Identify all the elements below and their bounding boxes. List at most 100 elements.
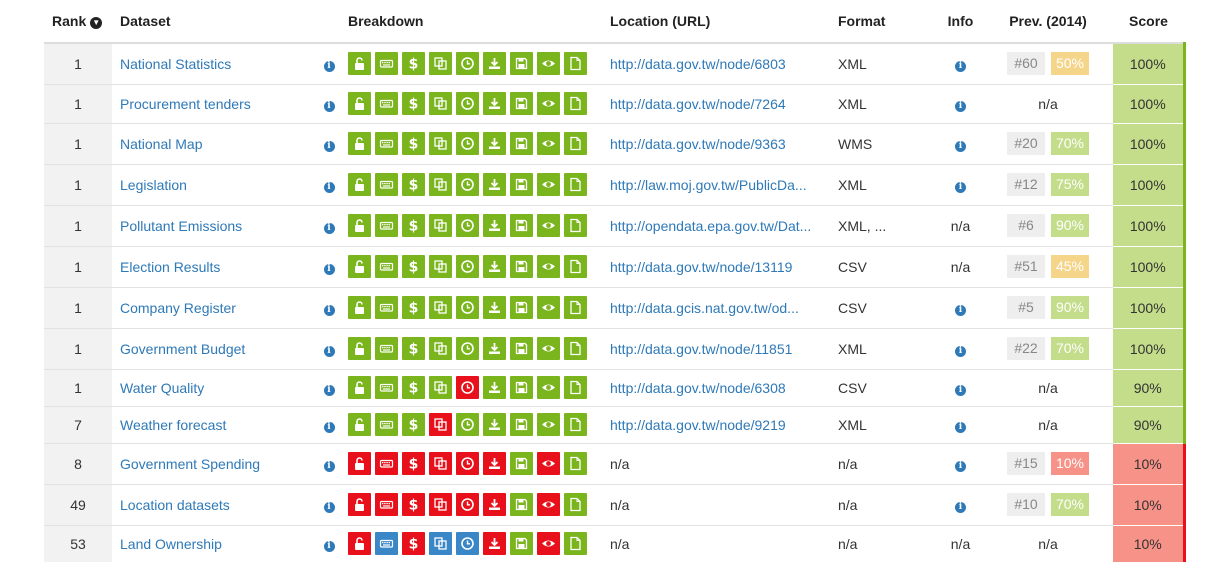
clock-icon[interactable]: [456, 452, 479, 475]
info-icon[interactable]: i: [955, 385, 966, 396]
info-icon[interactable]: i: [323, 461, 335, 472]
location-link[interactable]: http://opendata.epa.gov.tw/Dat...: [610, 218, 811, 234]
header-rank[interactable]: Rank ▼: [44, 0, 112, 44]
save-icon[interactable]: [510, 173, 533, 196]
file-icon[interactable]: [564, 452, 587, 475]
save-icon[interactable]: [510, 532, 533, 556]
dataset-link[interactable]: Legislation: [120, 177, 187, 193]
open-license-icon[interactable]: [348, 92, 371, 115]
keyboard-icon[interactable]: [375, 337, 398, 360]
info-icon[interactable]: i: [323, 305, 335, 316]
clock-icon[interactable]: [456, 214, 479, 237]
location-link[interactable]: http://data.gov.tw/node/9219: [610, 417, 786, 433]
keyboard-icon[interactable]: [375, 92, 398, 115]
info-icon[interactable]: i: [955, 182, 966, 193]
eye-icon[interactable]: [537, 173, 560, 196]
location-link[interactable]: http://data.gov.tw/node/6308: [610, 380, 786, 396]
clock-icon[interactable]: [456, 132, 479, 155]
eye-icon[interactable]: [537, 296, 560, 319]
dollar-icon[interactable]: $: [402, 296, 425, 319]
save-icon[interactable]: [510, 376, 533, 399]
open-license-icon[interactable]: [348, 452, 371, 475]
info-icon[interactable]: i: [955, 346, 966, 357]
info-icon[interactable]: i: [323, 385, 335, 396]
clock-icon[interactable]: [456, 337, 479, 360]
dataset-link[interactable]: Location datasets: [120, 497, 230, 513]
clock-icon[interactable]: [456, 532, 479, 556]
save-icon[interactable]: [510, 255, 533, 278]
open-license-icon[interactable]: [348, 376, 371, 399]
file-icon[interactable]: [564, 255, 587, 278]
save-icon[interactable]: [510, 92, 533, 115]
dataset-link[interactable]: Company Register: [120, 300, 236, 316]
sort-down-icon[interactable]: ▼: [90, 17, 103, 29]
file-icon[interactable]: [564, 296, 587, 319]
keyboard-icon[interactable]: [375, 413, 398, 436]
info-icon[interactable]: i: [323, 141, 335, 152]
info-icon[interactable]: i: [323, 502, 335, 513]
open-license-icon[interactable]: [348, 214, 371, 237]
dollar-icon[interactable]: $: [402, 376, 425, 399]
copy-icon[interactable]: [429, 337, 452, 360]
save-icon[interactable]: [510, 296, 533, 319]
info-icon[interactable]: i: [323, 182, 335, 193]
info-icon[interactable]: i: [955, 502, 966, 513]
clock-icon[interactable]: [456, 493, 479, 516]
location-link[interactable]: http://data.gov.tw/node/9363: [610, 136, 786, 152]
copy-icon[interactable]: [429, 52, 452, 76]
eye-icon[interactable]: [537, 493, 560, 516]
info-icon[interactable]: i: [955, 61, 966, 73]
info-icon[interactable]: i: [323, 422, 335, 433]
eye-icon[interactable]: [537, 452, 560, 475]
save-icon[interactable]: [510, 413, 533, 436]
header-dataset[interactable]: Dataset: [112, 0, 310, 44]
download-icon[interactable]: [483, 52, 506, 76]
file-icon[interactable]: [564, 532, 587, 556]
download-icon[interactable]: [483, 532, 506, 556]
copy-icon[interactable]: [429, 376, 452, 399]
keyboard-icon[interactable]: [375, 132, 398, 155]
dollar-icon[interactable]: $: [402, 452, 425, 475]
clock-icon[interactable]: [456, 52, 479, 76]
save-icon[interactable]: [510, 132, 533, 155]
open-license-icon[interactable]: [348, 532, 371, 556]
copy-icon[interactable]: [429, 493, 452, 516]
keyboard-icon[interactable]: [375, 52, 398, 76]
dataset-link[interactable]: National Statistics: [120, 56, 231, 72]
eye-icon[interactable]: [537, 413, 560, 436]
info-icon[interactable]: i: [955, 422, 966, 433]
save-icon[interactable]: [510, 52, 533, 76]
download-icon[interactable]: [483, 337, 506, 360]
location-link[interactable]: http://data.gov.tw/node/6803: [610, 56, 786, 72]
download-icon[interactable]: [483, 173, 506, 196]
keyboard-icon[interactable]: [375, 173, 398, 196]
save-icon[interactable]: [510, 493, 533, 516]
copy-icon[interactable]: [429, 132, 452, 155]
header-score[interactable]: Score: [1113, 0, 1184, 44]
dataset-link[interactable]: Land Ownership: [120, 536, 222, 552]
dataset-link[interactable]: Procurement tenders: [120, 96, 251, 112]
copy-icon[interactable]: [429, 92, 452, 115]
location-link[interactable]: http://data.gcis.nat.gov.tw/od...: [610, 300, 799, 316]
clock-icon[interactable]: [456, 376, 479, 399]
clock-icon[interactable]: [456, 296, 479, 319]
info-icon[interactable]: i: [955, 141, 966, 152]
dollar-icon[interactable]: $: [402, 173, 425, 196]
keyboard-icon[interactable]: [375, 214, 398, 237]
info-icon[interactable]: i: [323, 61, 335, 73]
info-icon[interactable]: i: [323, 264, 335, 275]
open-license-icon[interactable]: [348, 296, 371, 319]
eye-icon[interactable]: [537, 214, 560, 237]
keyboard-icon[interactable]: [375, 532, 398, 556]
eye-icon[interactable]: [537, 132, 560, 155]
clock-icon[interactable]: [456, 92, 479, 115]
info-icon[interactable]: i: [323, 101, 335, 112]
file-icon[interactable]: [564, 92, 587, 115]
file-icon[interactable]: [564, 413, 587, 436]
open-license-icon[interactable]: [348, 255, 371, 278]
dollar-icon[interactable]: $: [402, 132, 425, 155]
file-icon[interactable]: [564, 132, 587, 155]
dataset-link[interactable]: Election Results: [120, 259, 220, 275]
dataset-link[interactable]: National Map: [120, 136, 203, 152]
eye-icon[interactable]: [537, 532, 560, 556]
